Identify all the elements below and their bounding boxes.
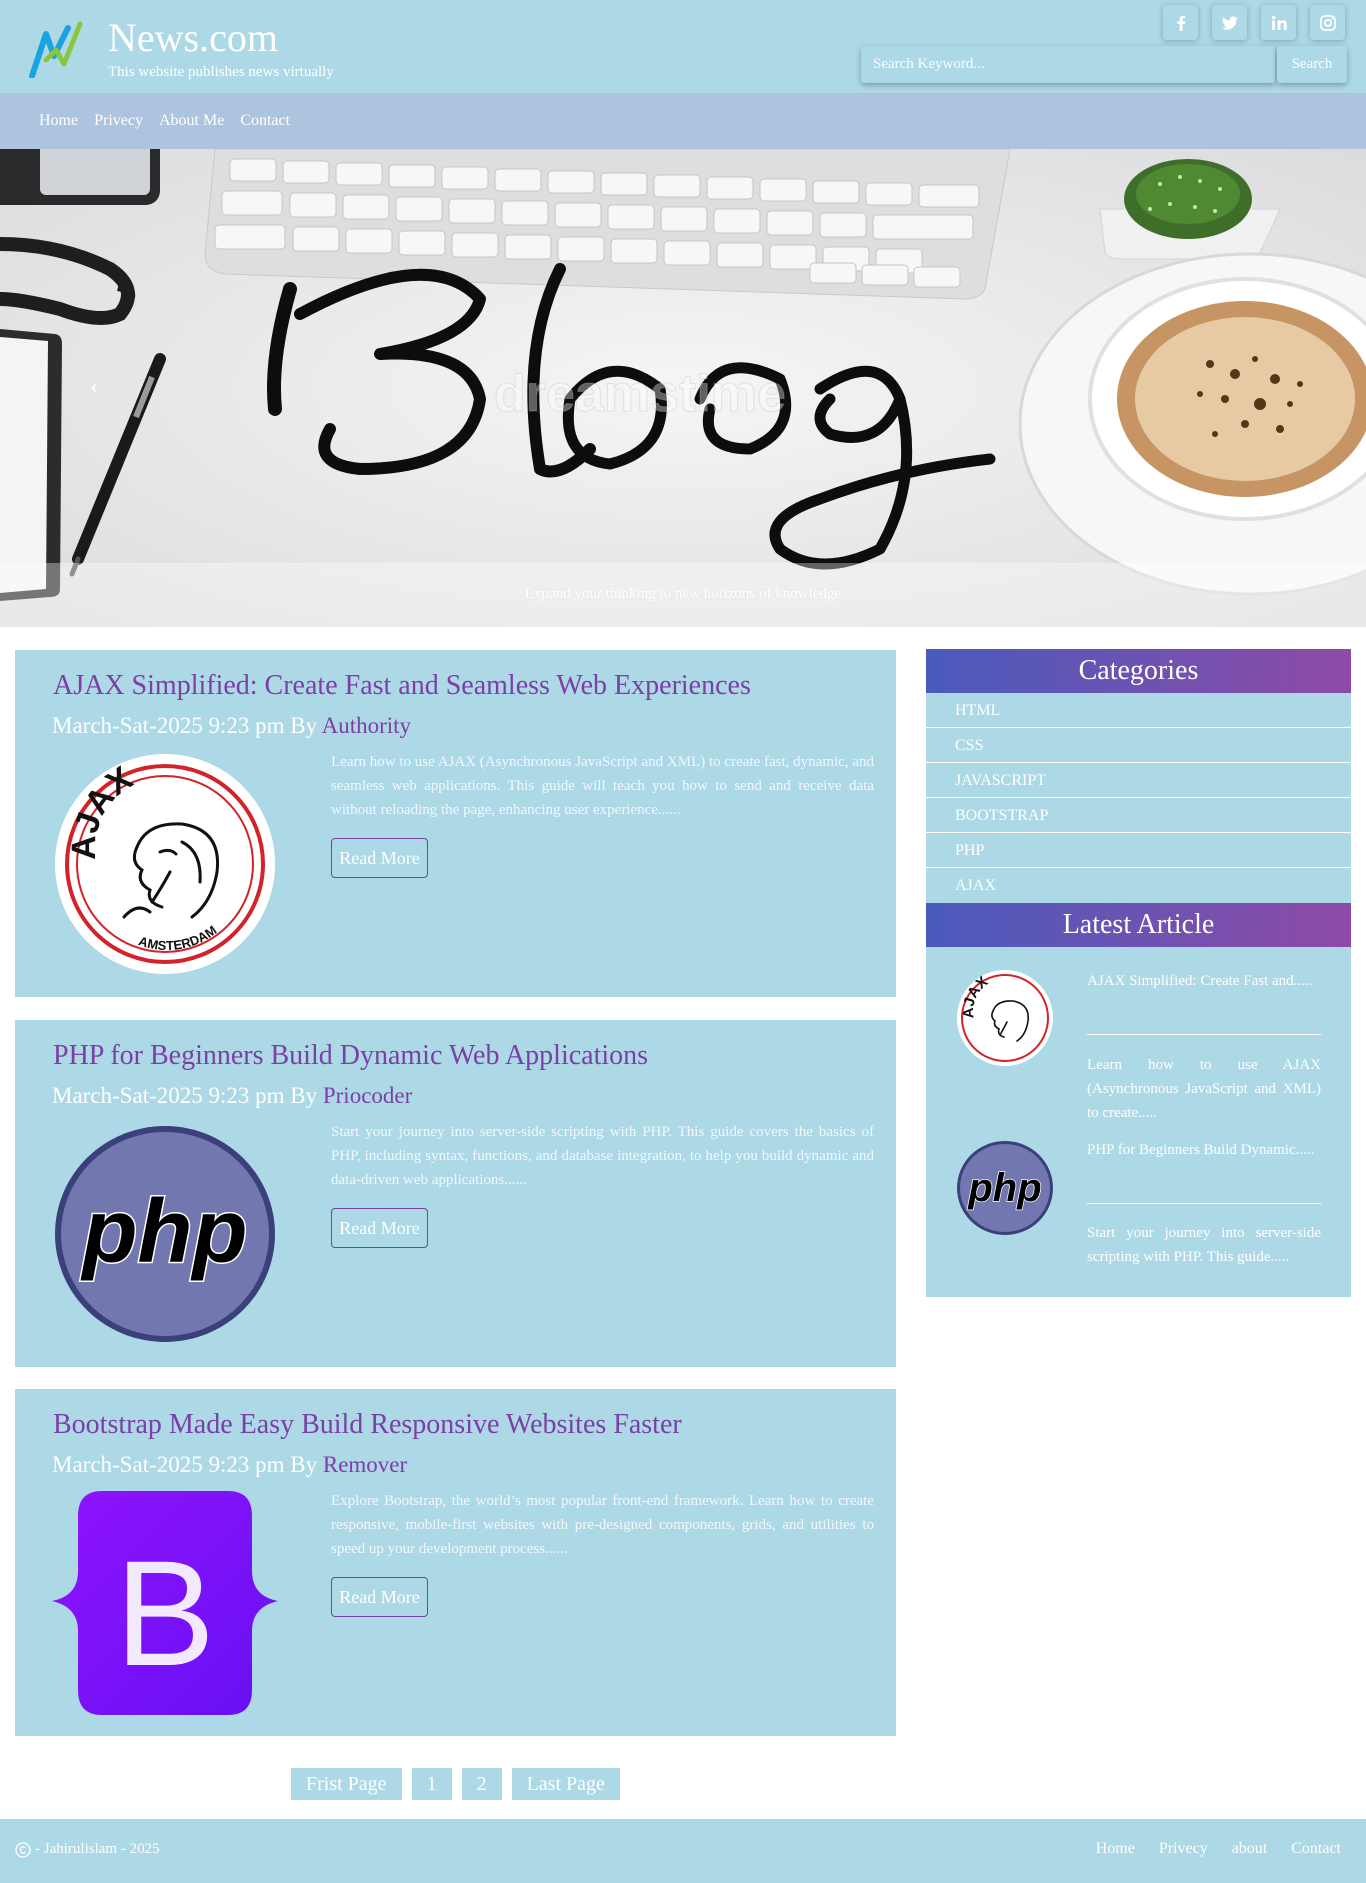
svg-text:php: php <box>967 1166 1041 1210</box>
article-excerpt: Explore Bootstrap, the world’s most popu… <box>331 1493 874 1557</box>
hero-caption: Expand your thinking to new horizons of … <box>524 586 842 602</box>
hero-carousel: dreamstime ‹ Expand your thinking to new… <box>0 149 1366 627</box>
search-button[interactable]: Search <box>1277 46 1347 83</box>
article-title[interactable]: Bootstrap Made Easy Build Responsive Web… <box>53 1409 682 1441</box>
hero-blog-image: dreamstime <box>0 149 1366 627</box>
php-logo-icon: php <box>55 1126 275 1342</box>
ajax-logo-icon: AJAX AMSTERDAM <box>55 754 275 974</box>
category-list: HTML CSS JAVASCRIPT BOOTSTRAP PHP AJAX <box>926 693 1351 903</box>
site-header: News.com This website publishes news vir… <box>0 0 1366 93</box>
article-author[interactable]: Authority <box>322 713 411 738</box>
nav-item-privecy[interactable]: Privecy <box>94 112 143 130</box>
article-meta: March-Sat-2025 9:23 pm By Authority <box>52 713 411 739</box>
article-title[interactable]: AJAX Simplified: Create Fast and Seamles… <box>53 670 751 702</box>
category-item-ajax[interactable]: AJAX <box>926 868 1351 903</box>
search-input[interactable] <box>861 46 1275 83</box>
social-links <box>1163 5 1345 40</box>
copyright: - Jahirulislam - 2025 <box>15 1841 160 1858</box>
article-author[interactable]: Remover <box>323 1452 407 1477</box>
latest-article-excerpt: Learn how to use AJAX (Asynchronous Java… <box>1087 1057 1321 1121</box>
latest-article-list: AJAX AJAX Simplified: Create Fast and...… <box>926 947 1351 1297</box>
site-logo-icon[interactable] <box>28 20 84 78</box>
svg-text:B: B <box>115 1529 215 1697</box>
category-item-php[interactable]: PHP <box>926 833 1351 868</box>
nav-item-contact[interactable]: Contact <box>240 112 290 130</box>
article-card: PHP for Beginners Build Dynamic Web Appl… <box>15 1020 896 1367</box>
article-date: March-Sat-2025 9:23 pm By <box>52 1452 318 1477</box>
pagination: Frist Page 1 2 Last Page <box>291 1768 620 1800</box>
site-tagline: This website publishes news virtually <box>108 64 334 80</box>
copyright-text: - Jahirulislam - 2025 <box>35 1841 160 1857</box>
first-page-button[interactable]: Frist Page <box>291 1768 402 1800</box>
php-logo-icon[interactable]: php <box>956 1139 1054 1237</box>
latest-article-divider <box>1087 1034 1321 1035</box>
article-date: March-Sat-2025 9:23 pm By <box>52 713 318 738</box>
footer-nav: Home Privecy about Contact <box>1096 1840 1341 1858</box>
page-1-button[interactable]: 1 <box>411 1768 452 1800</box>
article-date: March-Sat-2025 9:23 pm By <box>52 1083 318 1108</box>
article-meta: March-Sat-2025 9:23 pm By Priocoder <box>52 1083 412 1109</box>
categories-heading: Categories <box>926 649 1351 693</box>
ajax-logo-icon[interactable]: AJAX <box>956 969 1054 1067</box>
footer-link-contact[interactable]: Contact <box>1291 1840 1341 1858</box>
article-author[interactable]: Priocoder <box>323 1083 412 1108</box>
latest-article-excerpt: Start your journey into server-side scri… <box>1087 1225 1321 1265</box>
copyright-icon <box>15 1841 31 1858</box>
article-excerpt: Start your journey into server-side scri… <box>331 1124 874 1188</box>
category-item-javascript[interactable]: JAVASCRIPT <box>926 763 1351 798</box>
article-card: AJAX Simplified: Create Fast and Seamles… <box>15 650 896 997</box>
page-2-button[interactable]: 2 <box>461 1768 502 1800</box>
footer-link-about[interactable]: about <box>1232 1840 1268 1858</box>
read-more-button[interactable]: Read More <box>331 838 428 878</box>
twitter-icon[interactable] <box>1212 5 1247 40</box>
site-footer: - Jahirulislam - 2025 Home Privecy about… <box>0 1819 1366 1883</box>
carousel-prev-icon[interactable]: ‹ <box>90 371 99 401</box>
nav-item-home[interactable]: Home <box>39 112 78 130</box>
latest-article-title[interactable]: PHP for Beginners Build Dynamic..... <box>1087 1138 1321 1162</box>
article-title[interactable]: PHP for Beginners Build Dynamic Web Appl… <box>53 1040 648 1072</box>
read-more-button[interactable]: Read More <box>331 1208 428 1248</box>
article-card: Bootstrap Made Easy Build Responsive Web… <box>15 1389 896 1736</box>
search-bar: Search <box>861 46 1347 83</box>
latest-article-heading: Latest Article <box>926 903 1351 947</box>
category-item-css[interactable]: CSS <box>926 728 1351 763</box>
footer-link-home[interactable]: Home <box>1096 1840 1135 1858</box>
latest-article-divider <box>1087 1203 1321 1204</box>
sidebar: Categories HTML CSS JAVASCRIPT BOOTSTRAP… <box>926 649 1351 1297</box>
bootstrap-logo-icon: B <box>52 1491 278 1715</box>
instagram-icon[interactable] <box>1310 5 1345 40</box>
svg-text:php: php <box>81 1182 248 1282</box>
last-page-button[interactable]: Last Page <box>511 1768 620 1800</box>
latest-article-title[interactable]: AJAX Simplified: Create Fast and..... <box>1087 969 1321 993</box>
main-nav: Home Privecy About Me Contact <box>0 93 1366 149</box>
article-excerpt: Learn how to use AJAX (Asynchronous Java… <box>331 754 874 818</box>
nav-item-about-me[interactable]: About Me <box>159 112 224 130</box>
article-meta: March-Sat-2025 9:23 pm By Remover <box>52 1452 407 1478</box>
linkedin-icon[interactable] <box>1261 5 1296 40</box>
read-more-button[interactable]: Read More <box>331 1577 428 1617</box>
facebook-icon[interactable] <box>1163 5 1198 40</box>
footer-link-privecy[interactable]: Privecy <box>1159 1840 1208 1858</box>
category-item-bootstrap[interactable]: BOOTSTRAP <box>926 798 1351 833</box>
category-item-html[interactable]: HTML <box>926 693 1351 728</box>
hero-watermark: dreamstime <box>494 365 786 423</box>
site-title[interactable]: News.com <box>108 14 278 62</box>
